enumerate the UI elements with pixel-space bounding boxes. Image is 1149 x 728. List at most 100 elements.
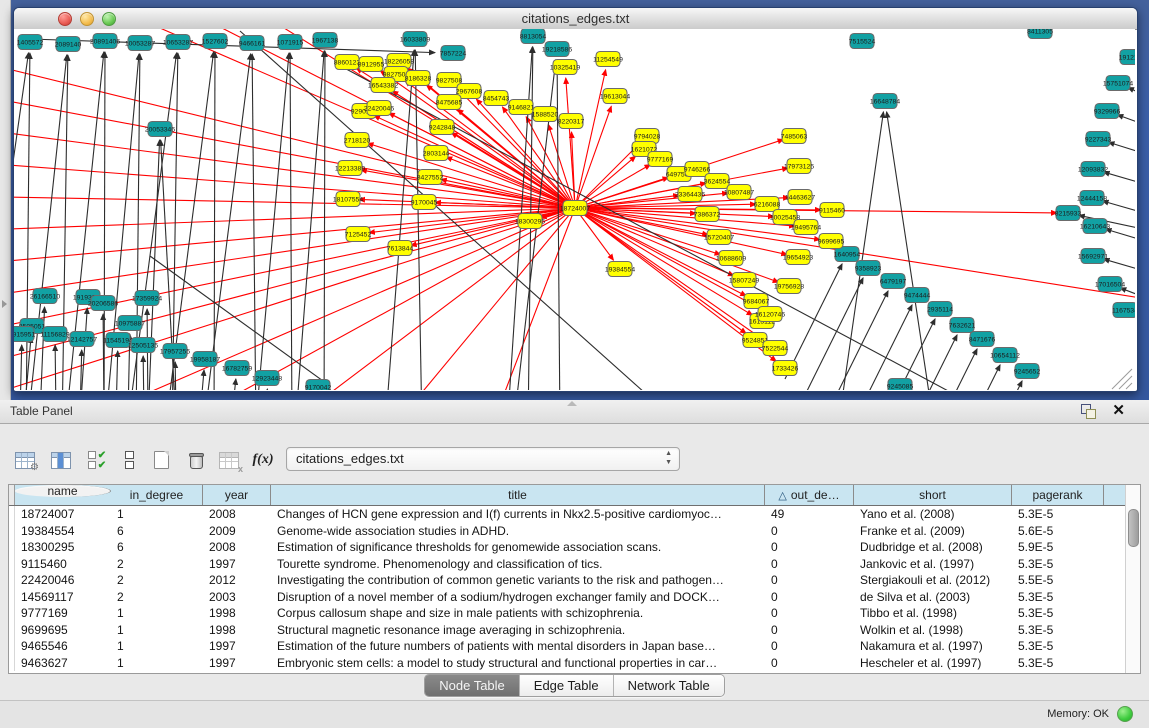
graph-node[interactable]: 9329966 xyxy=(1094,104,1121,119)
window-titlebar[interactable]: citations_edges.txt xyxy=(14,8,1137,30)
edge[interactable] xyxy=(1106,229,1135,246)
table-row[interactable]: 1456911722003Disruption of a novel membe… xyxy=(9,589,1126,606)
column-header-title[interactable]: title xyxy=(271,485,765,505)
graph-node[interactable]: 10653287 xyxy=(163,35,193,50)
graph-node-selected[interactable]: 15807249 xyxy=(729,273,759,288)
graph-node-selected[interactable]: 19384554 xyxy=(605,262,635,277)
graph-node-selected[interactable]: 8860123 xyxy=(334,55,361,70)
graph-node[interactable]: 16782759 xyxy=(222,361,252,376)
edge[interactable] xyxy=(40,29,575,208)
table-cell[interactable]: Wolkin et al. (1998) xyxy=(854,622,1012,639)
edge[interactable] xyxy=(920,349,977,390)
edge[interactable] xyxy=(415,50,422,390)
graph-node[interactable]: 19958187 xyxy=(190,352,220,367)
table-cell[interactable]: de Silva et al. (2003) xyxy=(854,589,1012,606)
table-cell[interactable]: 0 xyxy=(765,622,854,639)
table-cell[interactable]: Investigating the contribution of common… xyxy=(271,572,765,589)
graph-node-selected[interactable]: 23364436 xyxy=(675,187,705,202)
edge[interactable] xyxy=(1117,115,1135,131)
resize-grip-icon[interactable] xyxy=(1119,376,1132,389)
table-cell[interactable]: 5.9E-5 xyxy=(1012,539,1104,556)
table-cell[interactable]: 2012 xyxy=(203,572,271,589)
graph-node-selected[interactable]: 8912955 xyxy=(358,57,385,72)
table-cell[interactable]: 5.3E-5 xyxy=(1012,556,1104,573)
graph-node[interactable]: 1071915 xyxy=(277,35,304,50)
graph-node[interactable]: 9245652 xyxy=(1014,364,1041,379)
graph-node-selected[interactable]: 2803144 xyxy=(423,146,450,161)
graph-node[interactable]: 17957255 xyxy=(160,344,190,359)
table-cell[interactable]: 2008 xyxy=(203,539,271,556)
table-cell[interactable]: 1998 xyxy=(203,622,271,639)
graph-node[interactable]: 20206586 xyxy=(88,296,118,311)
table-cell[interactable]: 5.3E-5 xyxy=(1012,638,1104,655)
table-cell[interactable]: 0 xyxy=(765,589,854,606)
edge[interactable] xyxy=(965,381,1022,390)
graph-node[interactable]: 17359924 xyxy=(132,291,162,306)
table-cell[interactable]: 1997 xyxy=(203,638,271,655)
graph-node[interactable]: 7632621 xyxy=(949,318,976,333)
select-columns-icon[interactable]: ✔ ✔ xyxy=(84,447,110,473)
table-cell[interactable]: Estimation of significance thresholds fo… xyxy=(271,539,765,556)
function-builder-icon[interactable]: f(x) xyxy=(250,447,276,473)
new-column-icon[interactable] xyxy=(148,447,174,473)
panel-collapse-arrow-icon[interactable] xyxy=(2,300,7,308)
graph-node-selected[interactable]: 9242848 xyxy=(429,120,456,135)
graph-node-selected[interactable]: 12213389 xyxy=(335,161,365,176)
edge[interactable] xyxy=(324,51,325,390)
graph-node[interactable]: 16210643 xyxy=(1080,219,1110,234)
table-row[interactable]: 2242004622012Investigating the contribut… xyxy=(9,572,1126,589)
delete-table-icon[interactable]: x xyxy=(216,447,242,473)
resize-grip-icon[interactable] xyxy=(1126,383,1132,389)
table-cell[interactable]: 1 xyxy=(111,605,203,622)
graph-node-selected[interactable]: 9699695 xyxy=(818,234,845,249)
graph-node[interactable]: 15692971 xyxy=(1078,249,1108,264)
table-row[interactable]: 1830029562008Estimation of significance … xyxy=(9,539,1126,556)
graph-node-selected[interactable]: 19756928 xyxy=(774,279,804,294)
column-header-pagerank[interactable]: pagerank xyxy=(1012,485,1104,505)
graph-node-selected[interactable]: 2718120 xyxy=(344,133,371,148)
table-cell[interactable]: Corpus callosum shape and size in male p… xyxy=(271,605,765,622)
graph-node[interactable]: 11156829 xyxy=(40,327,69,342)
table-cell[interactable]: 2003 xyxy=(203,589,271,606)
table-cell[interactable]: Tourette syndrome. Phenomenology and cla… xyxy=(271,556,765,573)
graph-node[interactable]: 10975887 xyxy=(115,316,145,331)
table-cell[interactable]: 49 xyxy=(765,506,854,523)
table-cell[interactable]: 0 xyxy=(765,572,854,589)
scrollbar-thumb[interactable] xyxy=(1128,509,1139,547)
graph-node[interactable]: 12923448 xyxy=(252,371,282,386)
edge[interactable] xyxy=(831,291,888,390)
table-selector-dropdown[interactable]: citations_edges.txt ▲▼ xyxy=(286,447,680,471)
float-window-icon[interactable] xyxy=(1081,404,1097,419)
edge[interactable] xyxy=(1103,201,1135,218)
vertical-scrollbar[interactable] xyxy=(1125,485,1140,673)
graph-node-selected[interactable]: 19613044 xyxy=(600,89,630,104)
table-cell[interactable]: 2008 xyxy=(203,506,271,523)
graph-node[interactable]: 19218586 xyxy=(542,42,572,57)
edge[interactable] xyxy=(575,144,639,208)
table-cell[interactable]: 9777169 xyxy=(15,605,111,622)
table-cell[interactable]: 5.3E-5 xyxy=(1012,589,1104,606)
edge[interactable] xyxy=(335,63,952,390)
edge[interactable] xyxy=(887,112,929,390)
edge[interactable] xyxy=(390,208,575,390)
edge[interactable] xyxy=(1104,259,1135,276)
table-row[interactable]: 946554611997Estimation of the future num… xyxy=(9,638,1126,655)
table-cell[interactable]: Estimation of the future numbers of pati… xyxy=(271,638,765,655)
table-row[interactable]: 1872400712008Changes of HCN gene express… xyxy=(9,506,1126,523)
edge[interactable] xyxy=(1128,88,1135,103)
graph-node[interactable]: 1405572 xyxy=(17,35,44,50)
graph-node[interactable]: 12444158 xyxy=(1077,191,1107,206)
graph-node[interactable]: 8471676 xyxy=(969,332,996,347)
table-cell[interactable]: 5.3E-5 xyxy=(1012,655,1104,672)
graph-node[interactable]: 1967138 xyxy=(312,33,339,48)
table-cell[interactable]: Changes of HCN gene expression and I(f) … xyxy=(271,506,765,523)
graph-node[interactable]: 8813054 xyxy=(520,29,547,44)
graph-node-selected[interactable]: 8186328 xyxy=(405,71,432,86)
edge[interactable] xyxy=(175,362,176,390)
graph-node-selected[interactable]: 10688609 xyxy=(716,251,746,266)
graph-node[interactable]: 12505135 xyxy=(128,338,158,353)
table-cell[interactable]: 1 xyxy=(111,638,203,655)
delete-column-icon[interactable] xyxy=(182,447,208,473)
graph-node[interactable]: 1167534 xyxy=(1112,303,1135,318)
graph-node-selected[interactable]: 10807487 xyxy=(724,185,754,200)
